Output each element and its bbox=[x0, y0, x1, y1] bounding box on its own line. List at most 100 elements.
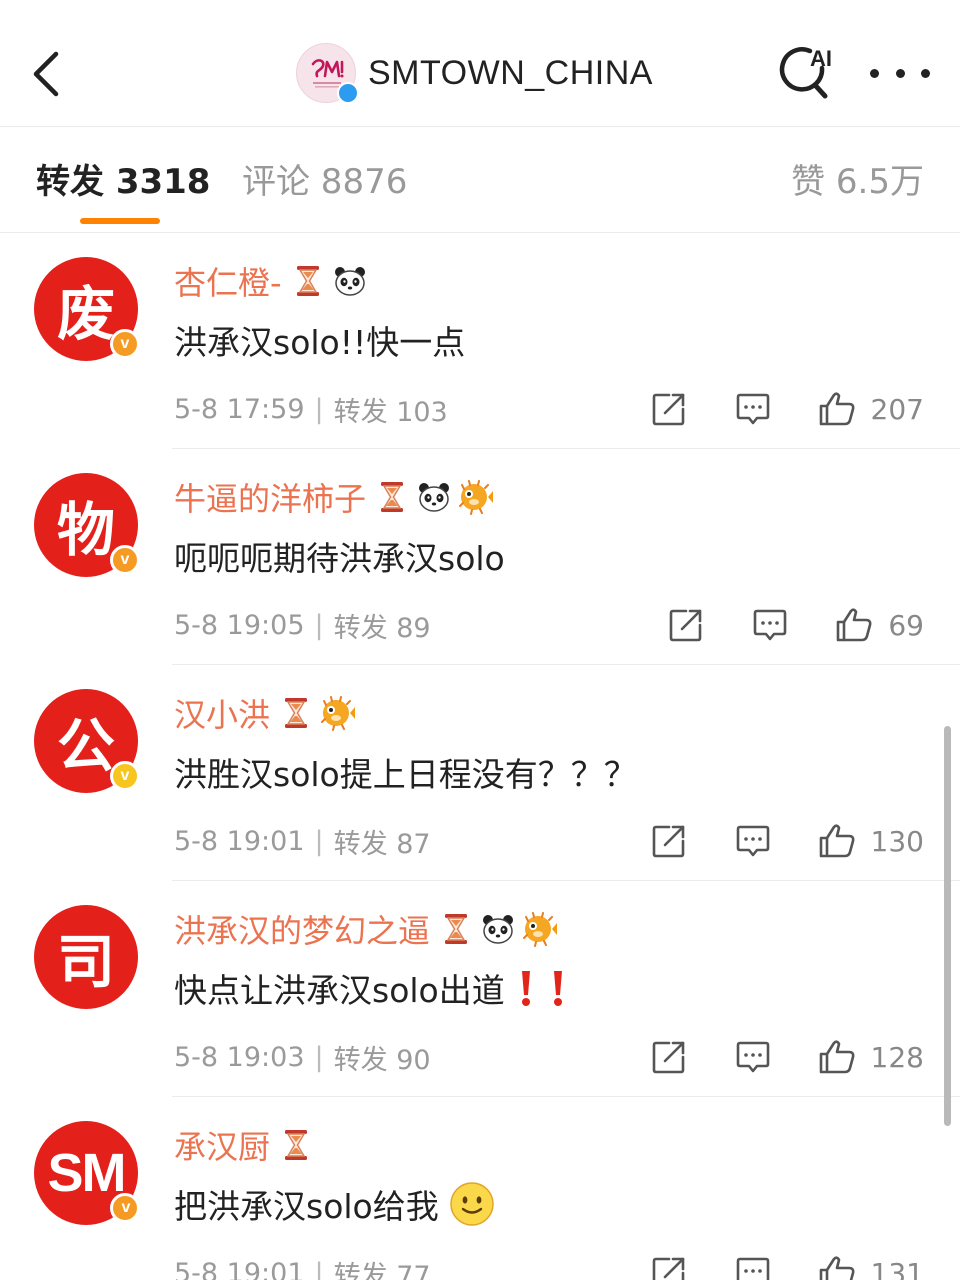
like-count: 130 bbox=[870, 824, 924, 858]
meta-separator: | bbox=[314, 1257, 324, 1280]
meta-separator: | bbox=[314, 393, 324, 425]
comment-body: 把洪承汉solo给我 bbox=[174, 1187, 439, 1226]
avatar-text: 公 bbox=[56, 712, 115, 780]
action-bar: 69 bbox=[666, 601, 924, 649]
username[interactable]: 汉小洪 bbox=[174, 690, 270, 736]
timestamp: 5-8 19:05 bbox=[174, 609, 305, 641]
comment-icon[interactable] bbox=[733, 1037, 773, 1077]
like-button[interactable]: 131 bbox=[817, 1253, 924, 1280]
divider bbox=[0, 126, 960, 127]
meta-row: 5-8 19:01 | 转发 77 bbox=[174, 1253, 431, 1280]
meta-separator: | bbox=[314, 609, 324, 641]
meta-separator: | bbox=[314, 1041, 324, 1073]
hourglass-icon bbox=[374, 479, 410, 515]
like-count: 207 bbox=[870, 392, 924, 426]
panda-icon bbox=[416, 479, 452, 515]
comment-text: 洪胜汉solo提上日程没有？？？ bbox=[174, 749, 637, 795]
like-button[interactable]: 69 bbox=[834, 605, 924, 645]
panda-icon bbox=[332, 263, 368, 299]
meta-row: 5-8 17:59 | 转发 103 bbox=[174, 389, 448, 429]
comment-text: 把洪承汉solo给我 bbox=[174, 1181, 495, 1227]
username[interactable]: 洪承汉的梦幻之逼 bbox=[174, 906, 430, 952]
share-icon[interactable] bbox=[649, 1037, 689, 1077]
tab-comment[interactable]: 评论 8876 bbox=[242, 162, 407, 202]
account-name: SMTOWN_CHINA bbox=[368, 53, 653, 92]
exclamation-icon bbox=[547, 968, 569, 1008]
action-bar: 131 bbox=[649, 1249, 924, 1280]
tab-bar: 转发 3318 评论 8876 赞 6.5万 bbox=[0, 128, 960, 232]
hourglass-icon bbox=[278, 695, 314, 731]
comment-icon[interactable] bbox=[733, 821, 773, 861]
avatar[interactable]: 司 bbox=[34, 905, 138, 1009]
scrollbar[interactable] bbox=[944, 726, 951, 1126]
avatar[interactable]: 物 v bbox=[34, 473, 140, 577]
repost-list: 废 v 杏仁橙- 洪承汉solo!!快一点 5-8 17:59 | 转发 103 bbox=[0, 233, 960, 1280]
verified-badge-icon bbox=[337, 82, 364, 107]
list-item: 司 洪承汉的梦幻之逼 快点让洪承汉solo出道 5-8 19:03 | 转发 9… bbox=[0, 881, 960, 1097]
ai-search-button[interactable]: AI bbox=[776, 44, 838, 102]
comment-body: 洪承汉solo!!快一点 bbox=[174, 323, 466, 362]
pufferfish-icon bbox=[320, 695, 356, 731]
dot bbox=[895, 68, 905, 78]
thumbs-up-icon bbox=[817, 821, 857, 861]
list-item: SM v 承汉厨 把洪承汉solo给我 5-8 19:01 | 转发 77 13… bbox=[0, 1097, 960, 1280]
avatar[interactable]: SM v bbox=[34, 1121, 140, 1225]
tab-like[interactable]: 赞 6.5万 bbox=[791, 162, 924, 202]
list-item: 公 v 汉小洪 洪胜汉solo提上日程没有？？？ 5-8 19:01 | 转发 … bbox=[0, 665, 960, 881]
like-button[interactable]: 130 bbox=[817, 821, 924, 861]
like-count: 128 bbox=[870, 1040, 924, 1074]
share-icon[interactable] bbox=[649, 821, 689, 861]
username[interactable]: 牛逼的洋柿子 bbox=[174, 474, 366, 520]
thumbs-up-icon bbox=[817, 389, 857, 429]
avatar[interactable]: 废 v bbox=[34, 257, 140, 361]
comment-text: 洪承汉solo!!快一点 bbox=[174, 317, 465, 363]
share-icon[interactable] bbox=[649, 1253, 689, 1280]
pufferfish-icon bbox=[522, 911, 558, 947]
share-icon[interactable] bbox=[666, 605, 706, 645]
ai-search-icon: AI bbox=[779, 46, 832, 99]
pufferfish-icon bbox=[458, 479, 494, 515]
action-bar: 207 bbox=[649, 385, 924, 433]
like-button[interactable]: 128 bbox=[817, 1037, 924, 1077]
more-options-icon[interactable] bbox=[870, 58, 930, 88]
smiley-icon bbox=[449, 1181, 495, 1227]
repost-count: 转发 87 bbox=[333, 828, 431, 860]
hourglass-icon bbox=[290, 263, 326, 299]
timestamp: 5-8 19:03 bbox=[174, 1041, 305, 1073]
tab-repost[interactable]: 转发 3318 bbox=[36, 162, 210, 202]
comment-icon[interactable] bbox=[733, 389, 773, 429]
timestamp: 5-8 19:01 bbox=[174, 1257, 305, 1280]
like-count: 69 bbox=[888, 608, 924, 642]
comment-body: 呃呃呃期待洪承汉solo bbox=[174, 539, 505, 578]
account-header[interactable]: SMTOWN_CHINA bbox=[296, 42, 653, 107]
verified-v-badge-icon: v bbox=[110, 1193, 140, 1223]
repost-count: 转发 103 bbox=[333, 396, 448, 428]
exclamation-icon bbox=[515, 968, 537, 1008]
repost-count: 转发 89 bbox=[333, 612, 431, 644]
comment-body: 快点让洪承汉solo出道 bbox=[174, 971, 505, 1010]
comment-icon[interactable] bbox=[733, 1253, 773, 1280]
username[interactable]: 杏仁橙- bbox=[174, 258, 282, 304]
avatar[interactable]: 公 v bbox=[34, 689, 140, 793]
comment-text: 快点让洪承汉solo出道 bbox=[174, 965, 569, 1011]
thumbs-up-icon bbox=[817, 1253, 857, 1280]
list-item: 物 v 牛逼的洋柿子 呃呃呃期待洪承汉solo 5-8 19:05 | 转发 8… bbox=[0, 449, 960, 665]
dot bbox=[870, 68, 879, 78]
timestamp: 5-8 17:59 bbox=[174, 393, 305, 425]
action-bar: 130 bbox=[649, 817, 924, 865]
action-bar: 128 bbox=[649, 1033, 924, 1081]
hourglass-icon bbox=[278, 1127, 314, 1163]
share-icon[interactable] bbox=[649, 389, 689, 429]
thumbs-up-icon bbox=[817, 1037, 857, 1077]
verified-v-badge-icon: v bbox=[110, 329, 140, 359]
repost-count: 转发 90 bbox=[333, 1044, 431, 1076]
comment-icon[interactable] bbox=[750, 605, 790, 645]
avatar-text: 物 bbox=[56, 496, 115, 564]
like-count: 131 bbox=[870, 1256, 924, 1280]
username[interactable]: 承汉厨 bbox=[174, 1122, 270, 1168]
back-arrow-icon[interactable] bbox=[22, 44, 74, 104]
account-avatar[interactable] bbox=[296, 43, 364, 107]
dot bbox=[921, 68, 930, 78]
like-button[interactable]: 207 bbox=[817, 389, 924, 429]
panda-icon bbox=[480, 911, 516, 947]
